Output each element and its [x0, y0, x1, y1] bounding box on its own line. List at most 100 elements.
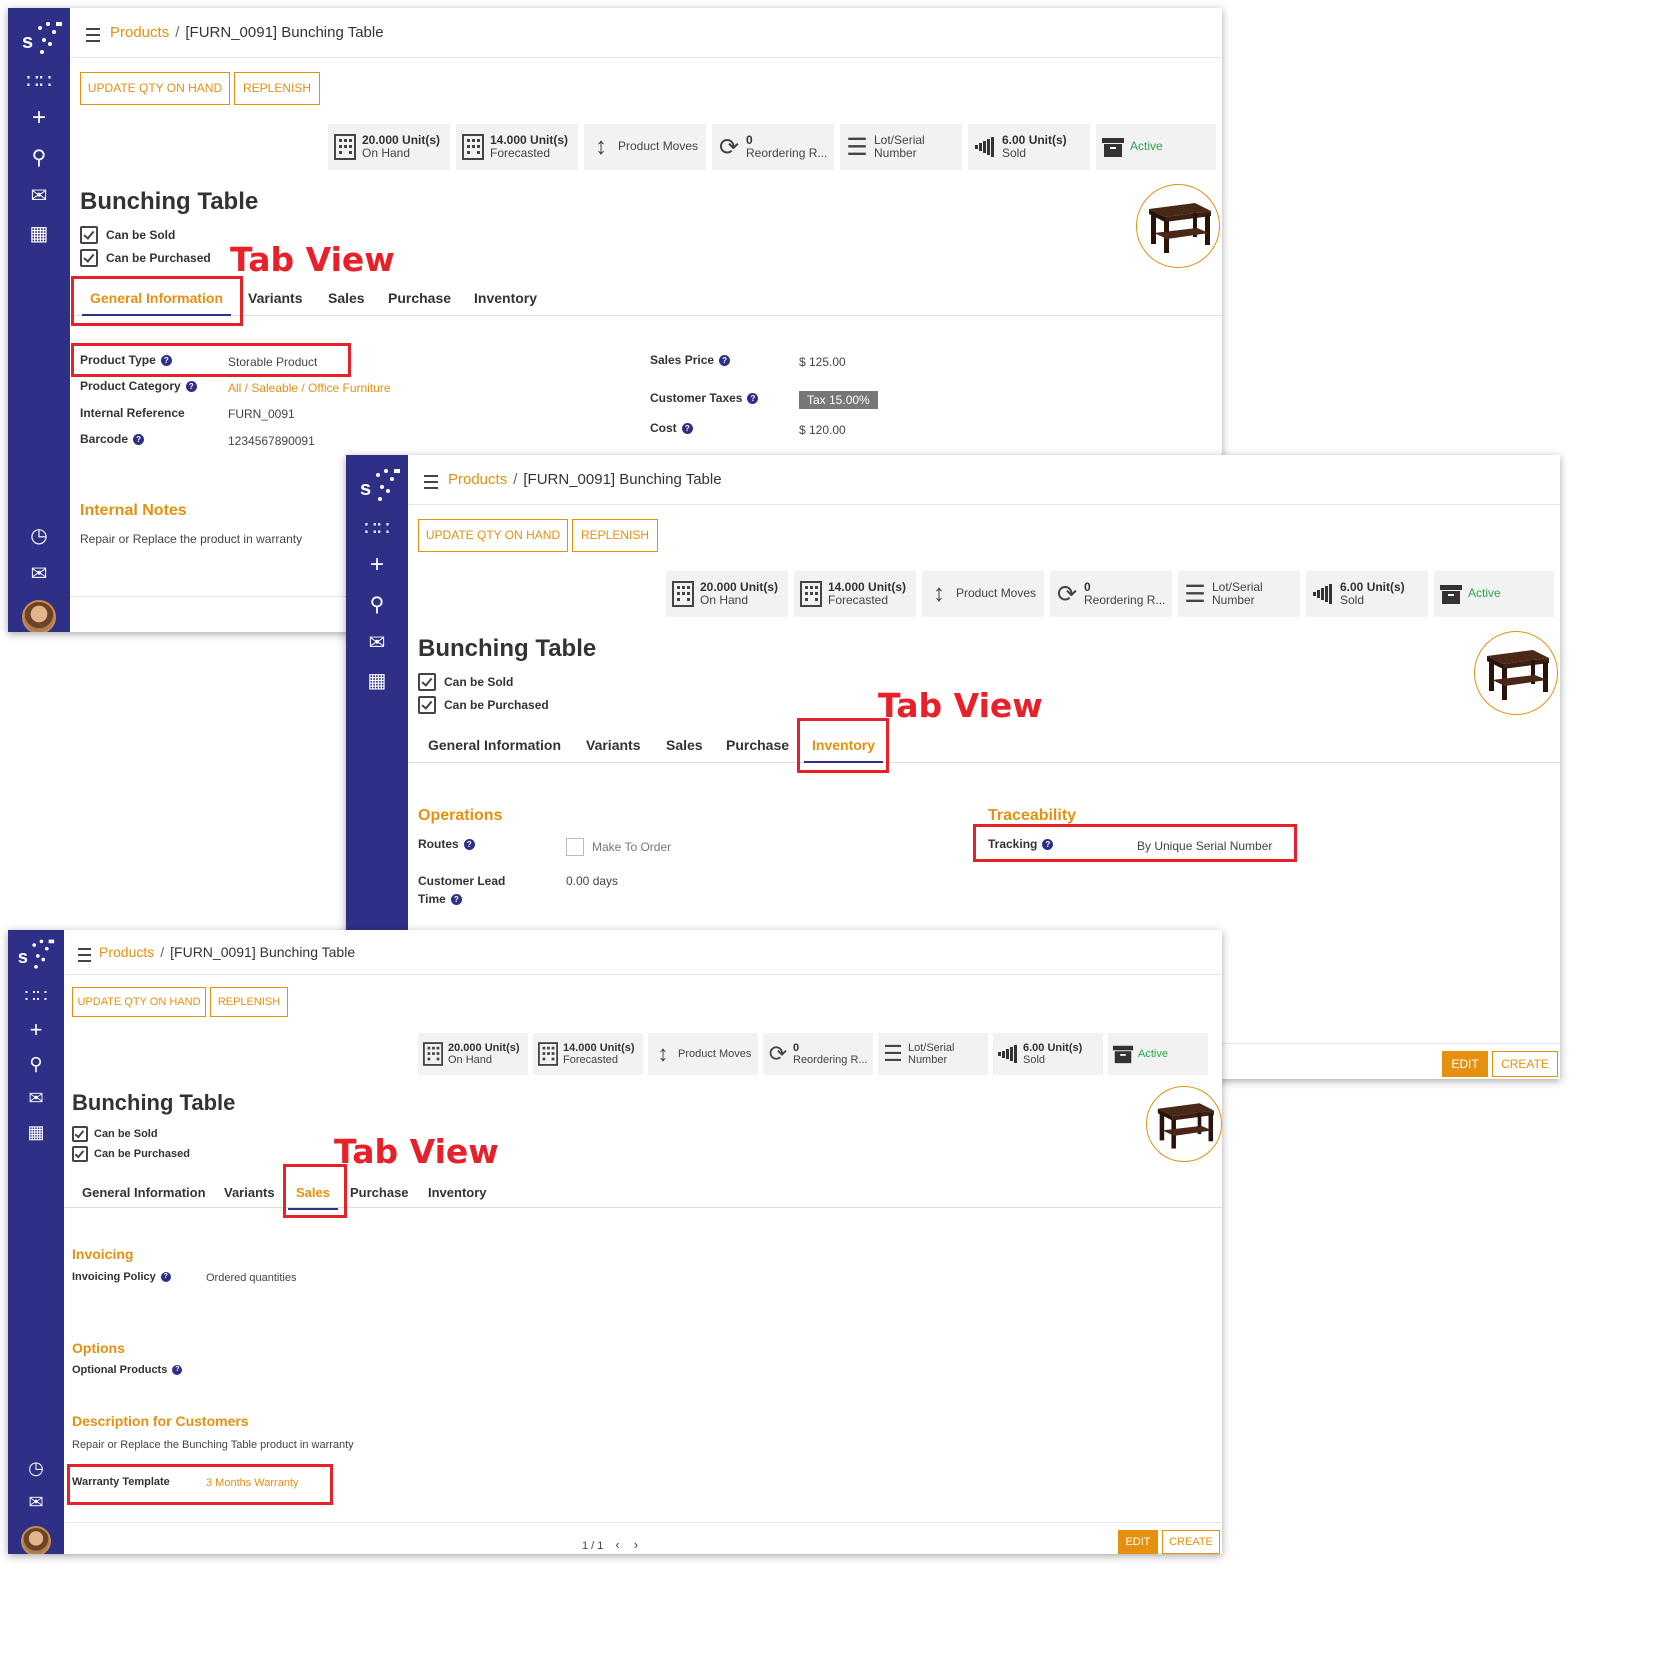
tab-variants[interactable]: Variants: [248, 290, 302, 306]
help-icon[interactable]: ?: [172, 1365, 183, 1376]
checkbox-checked[interactable]: [80, 249, 98, 267]
tab-purchase[interactable]: Purchase: [726, 737, 789, 753]
tab-general-information[interactable]: General Information: [428, 737, 561, 753]
user-avatar[interactable]: [21, 1526, 51, 1554]
checkbox-checked[interactable]: [80, 226, 98, 244]
breadcrumb-products-link[interactable]: Products: [110, 24, 169, 41]
cost-value[interactable]: $ 120.00: [799, 423, 846, 437]
help-icon[interactable]: ?: [747, 393, 759, 405]
help-icon[interactable]: ?: [185, 381, 197, 393]
checkbox-checked[interactable]: [418, 696, 436, 714]
stat-reordering[interactable]: ⟳ 0 Reordering R...: [712, 124, 834, 170]
stat-lot-serial[interactable]: ☰ Lot/Serial Number: [1178, 571, 1300, 617]
tab-variants[interactable]: Variants: [586, 737, 640, 753]
stat-forecasted[interactable]: 14.000 Unit(s) Forecasted: [794, 571, 916, 617]
barcode-value[interactable]: 1234567890091: [228, 434, 315, 448]
apps-grid-icon[interactable]: ∷∷: [346, 519, 408, 539]
replenish-button[interactable]: REPLENISH: [234, 72, 320, 105]
stat-on-hand[interactable]: 20.000 Unit(s) On Hand: [418, 1033, 528, 1075]
stat-sold[interactable]: 6.00 Unit(s) Sold: [993, 1033, 1103, 1075]
stat-product-moves[interactable]: ↕ Product Moves: [584, 124, 706, 170]
stat-lot-serial[interactable]: ☰ Lot/Serial Number: [840, 124, 962, 170]
clock-icon[interactable]: ◷: [8, 1458, 64, 1478]
edit-button[interactable]: EDIT: [1118, 1530, 1158, 1554]
can-be-sold-checkbox[interactable]: Can be Sold: [418, 673, 513, 691]
search-icon[interactable]: ⚲: [346, 595, 408, 615]
plus-icon[interactable]: +: [346, 553, 408, 577]
stat-on-hand[interactable]: 20.000 Unit(s) On Hand: [666, 571, 788, 617]
apps-grid-icon[interactable]: ∷∷: [8, 72, 70, 92]
stat-active[interactable]: Active: [1096, 124, 1216, 170]
mail-icon[interactable]: ✉: [346, 633, 408, 653]
checkbox-unchecked[interactable]: [566, 838, 584, 856]
can-be-purchased-checkbox[interactable]: Can be Purchased: [80, 249, 211, 267]
invoicing-policy-value[interactable]: Ordered quantities: [206, 1272, 297, 1284]
internal-notes-text[interactable]: Repair or Replace the product in warrant…: [80, 532, 302, 546]
stat-product-moves[interactable]: ↕ Product Moves: [922, 571, 1044, 617]
stat-active[interactable]: Active: [1434, 571, 1554, 617]
help-icon[interactable]: ?: [160, 1272, 171, 1283]
update-qty-button[interactable]: UPDATE QTY ON HAND: [72, 987, 206, 1017]
chevron-right-icon[interactable]: ›: [634, 1537, 638, 1552]
help-icon[interactable]: ?: [719, 355, 731, 367]
edit-button[interactable]: EDIT: [1442, 1051, 1488, 1077]
checkbox-checked[interactable]: [418, 673, 436, 691]
stat-on-hand[interactable]: 20.000 Unit(s) On Hand: [328, 124, 450, 170]
chevron-left-icon[interactable]: ‹: [615, 1537, 619, 1552]
plus-icon[interactable]: +: [8, 106, 70, 130]
can-be-purchased-checkbox[interactable]: Can be Purchased: [418, 696, 549, 714]
stat-sold[interactable]: 6.00 Unit(s) Sold: [968, 124, 1090, 170]
stat-sold[interactable]: 6.00 Unit(s) Sold: [1306, 571, 1428, 617]
stat-forecasted[interactable]: 14.000 Unit(s) Forecasted: [456, 124, 578, 170]
can-be-sold-checkbox[interactable]: Can be Sold: [80, 226, 175, 244]
breadcrumb-products-link[interactable]: Products: [99, 944, 154, 960]
checkbox-checked[interactable]: [72, 1146, 88, 1162]
stat-reordering[interactable]: ⟳ 0 Reordering R...: [1050, 571, 1172, 617]
user-avatar[interactable]: [22, 600, 56, 632]
tab-purchase[interactable]: Purchase: [388, 290, 451, 306]
calendar-icon[interactable]: ▦: [8, 224, 70, 244]
calendar-icon[interactable]: ▦: [346, 671, 408, 691]
description-text[interactable]: Repair or Replace the Bunching Table pro…: [72, 1439, 354, 1451]
mail-icon[interactable]: ✉: [8, 186, 70, 206]
checkbox-checked[interactable]: [72, 1126, 88, 1142]
breadcrumb-products-link[interactable]: Products: [448, 471, 507, 488]
search-icon[interactable]: ⚲: [8, 1054, 64, 1074]
product-category-value[interactable]: All / Saleable / Office Furniture: [228, 381, 391, 395]
customer-tax-tag[interactable]: Tax 15.00%: [799, 391, 878, 409]
can-be-purchased-checkbox[interactable]: Can be Purchased: [72, 1146, 190, 1162]
tab-purchase[interactable]: Purchase: [350, 1185, 409, 1200]
plus-icon[interactable]: +: [8, 1019, 64, 1041]
internal-reference-value[interactable]: FURN_0091: [228, 407, 295, 421]
help-icon[interactable]: ?: [450, 894, 462, 906]
tab-general-information[interactable]: General Information: [82, 1185, 206, 1200]
tab-sales[interactable]: Sales: [666, 737, 703, 753]
stat-active[interactable]: Active: [1108, 1033, 1208, 1075]
tab-variants[interactable]: Variants: [224, 1185, 275, 1200]
chat-icon[interactable]: ✉: [8, 1492, 64, 1512]
tab-sales[interactable]: Sales: [328, 290, 365, 306]
customer-lead-time-value[interactable]: 0.00 days: [566, 874, 618, 888]
can-be-sold-checkbox[interactable]: Can be Sold: [72, 1126, 158, 1142]
update-qty-button[interactable]: UPDATE QTY ON HAND: [418, 519, 568, 552]
tab-inventory[interactable]: Inventory: [428, 1185, 487, 1200]
product-image[interactable]: [1146, 1086, 1222, 1162]
calendar-icon[interactable]: ▦: [8, 1122, 64, 1142]
update-qty-button[interactable]: UPDATE QTY ON HAND: [80, 72, 230, 105]
product-image[interactable]: [1136, 184, 1220, 268]
replenish-button[interactable]: REPLENISH: [210, 987, 288, 1017]
stat-forecasted[interactable]: 14.000 Unit(s) Forecasted: [533, 1033, 643, 1075]
route-make-to-order[interactable]: Make To Order: [566, 838, 671, 856]
mail-icon[interactable]: ✉: [8, 1088, 64, 1108]
help-icon[interactable]: ?: [133, 434, 145, 446]
menu-icon[interactable]: [424, 475, 438, 493]
product-image[interactable]: [1474, 631, 1558, 715]
search-icon[interactable]: ⚲: [8, 148, 70, 168]
apps-grid-icon[interactable]: ∷∷: [8, 986, 64, 1006]
sales-price-value[interactable]: $ 125.00: [799, 355, 846, 369]
stat-reordering[interactable]: ⟳ 0 Reordering R...: [763, 1033, 873, 1075]
create-button[interactable]: CREATE: [1162, 1530, 1220, 1554]
create-button[interactable]: CREATE: [1492, 1051, 1558, 1077]
tab-inventory[interactable]: Inventory: [474, 290, 537, 306]
chat-icon[interactable]: ✉: [8, 564, 70, 584]
